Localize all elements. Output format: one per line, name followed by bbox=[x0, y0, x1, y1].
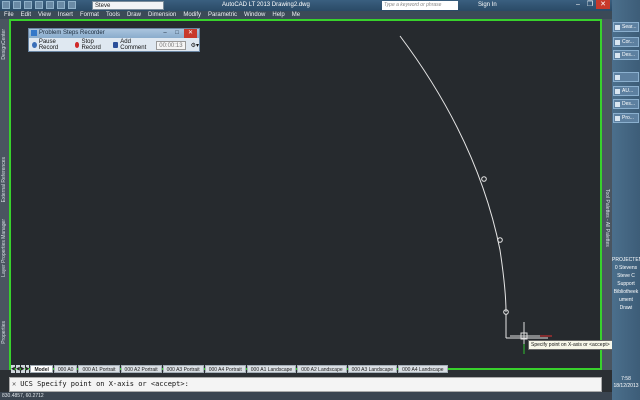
last-tab-icon[interactable]: ▶ bbox=[25, 365, 30, 373]
taskbar-item-label: Cor... bbox=[622, 39, 634, 45]
side-label: PROJECTEN bbox=[612, 257, 640, 263]
layout-tabs: ◀ ◀ ▶ ▶ Model 000 A0 000 A1 Portrait 000… bbox=[11, 365, 448, 373]
pause-record-label: Pause Record bbox=[38, 39, 59, 51]
taskbar-item[interactable]: Des... bbox=[613, 50, 639, 60]
command-prompt: UCS Specify point on X-axis or <accept>: bbox=[20, 380, 189, 388]
tab-layout[interactable]: 000 A3 Landscape bbox=[347, 365, 398, 373]
tab-layout[interactable]: 000 A1 Portrait bbox=[78, 365, 120, 373]
taskbar-item[interactable]: AU... bbox=[613, 86, 639, 96]
tab-layout[interactable]: 000 A2 Portrait bbox=[120, 365, 162, 373]
add-comment-label: Add Comment bbox=[120, 39, 147, 51]
stop-record-button[interactable]: Stop Record bbox=[74, 39, 109, 51]
tab-layout[interactable]: 000 A3 Portrait bbox=[162, 365, 204, 373]
psr-window-controls: – □ ✕ bbox=[160, 29, 197, 38]
problem-steps-recorder-window: Problem Steps Recorder – □ ✕ Pause Recor… bbox=[28, 28, 200, 52]
coordinates-readout: 830.4857, 60.2712 bbox=[2, 393, 44, 399]
minimize-icon[interactable]: – bbox=[160, 29, 170, 38]
help-dropdown-icon[interactable]: ⚙▾ bbox=[191, 42, 199, 49]
comment-icon bbox=[113, 42, 119, 48]
system-clock[interactable]: 7:58 18/12/2013 bbox=[612, 376, 640, 390]
tab-layout[interactable]: 000 A0 bbox=[53, 365, 78, 373]
psr-timer: 00:00:13 bbox=[156, 40, 186, 50]
close-icon[interactable]: ✕ bbox=[184, 29, 197, 38]
app-icon bbox=[615, 25, 620, 30]
app-icon bbox=[615, 102, 620, 107]
side-label: 0 Stevens bbox=[614, 265, 638, 271]
status-bar: 830.4857, 60.2712 bbox=[0, 392, 612, 400]
windows-taskbar: Sear... Cor... Des... AU... Des... Pro..… bbox=[612, 0, 640, 400]
pause-record-button[interactable]: Pause Record bbox=[32, 39, 70, 51]
taskbar-item-label: Des... bbox=[622, 52, 636, 58]
app-icon bbox=[615, 116, 620, 121]
tab-layout[interactable]: 000 A4 Portrait bbox=[204, 365, 246, 373]
close-icon[interactable]: ✕ bbox=[12, 380, 16, 388]
tab-model[interactable]: Model bbox=[30, 365, 53, 373]
stop-icon bbox=[74, 42, 80, 48]
taskbar-item-label: Des... bbox=[622, 101, 636, 107]
prev-tab-icon[interactable]: ◀ bbox=[15, 365, 20, 373]
first-tab-icon[interactable]: ◀ bbox=[11, 365, 15, 373]
psr-toolbar: Pause Record Stop Record Add Comment 00:… bbox=[29, 38, 199, 52]
side-label: Bibliotheek bbox=[613, 289, 639, 295]
side-label: Support bbox=[617, 281, 635, 287]
taskbar-item-label: AU... bbox=[622, 88, 634, 94]
psr-title-bar[interactable]: Problem Steps Recorder – □ ✕ bbox=[29, 29, 199, 38]
pause-icon bbox=[32, 42, 37, 48]
taskbar-item[interactable]: Sear... bbox=[613, 22, 639, 32]
taskbar-item[interactable] bbox=[613, 72, 639, 82]
app-icon bbox=[615, 40, 620, 45]
taskbar-item[interactable]: Pro... bbox=[613, 113, 639, 123]
clock-date: 18/12/2013 bbox=[613, 383, 639, 389]
taskbar-item-label: Sear... bbox=[622, 24, 637, 30]
tab-layout[interactable]: 000 A4 Landscape bbox=[398, 365, 448, 373]
app-icon bbox=[615, 75, 620, 80]
app-icon bbox=[615, 53, 620, 58]
command-line[interactable]: ✕ UCS Specify point on X-axis or <accept>… bbox=[9, 377, 602, 392]
add-comment-button[interactable]: Add Comment bbox=[113, 39, 151, 51]
taskbar-item-label: Pro... bbox=[622, 115, 634, 121]
tab-layout[interactable]: 000 A1 Landscape bbox=[246, 365, 297, 373]
clock-time: 7:58 bbox=[621, 376, 631, 382]
side-label: ument Drawi bbox=[619, 297, 633, 311]
maximize-icon[interactable]: □ bbox=[172, 29, 182, 38]
psr-title: Problem Steps Recorder bbox=[39, 30, 105, 36]
side-label: Steve C bbox=[617, 273, 635, 279]
tab-layout[interactable]: 000 A2 Landscape bbox=[297, 365, 347, 373]
stop-record-label: Stop Record bbox=[81, 39, 101, 51]
desktop-side-labels: PROJECTEN 0 Stevens Steve C Support Bibl… bbox=[612, 256, 640, 312]
taskbar-item[interactable]: Cor... bbox=[613, 37, 639, 47]
dynamic-input-tooltip: Specify point on X-axis or <accept> bbox=[528, 340, 613, 350]
app-icon bbox=[615, 89, 620, 94]
grip-point[interactable] bbox=[481, 176, 487, 182]
arc-curve[interactable] bbox=[399, 35, 507, 313]
taskbar-item[interactable]: Des... bbox=[613, 99, 639, 109]
next-tab-icon[interactable]: ▶ bbox=[20, 365, 25, 373]
psr-app-icon bbox=[31, 30, 37, 36]
